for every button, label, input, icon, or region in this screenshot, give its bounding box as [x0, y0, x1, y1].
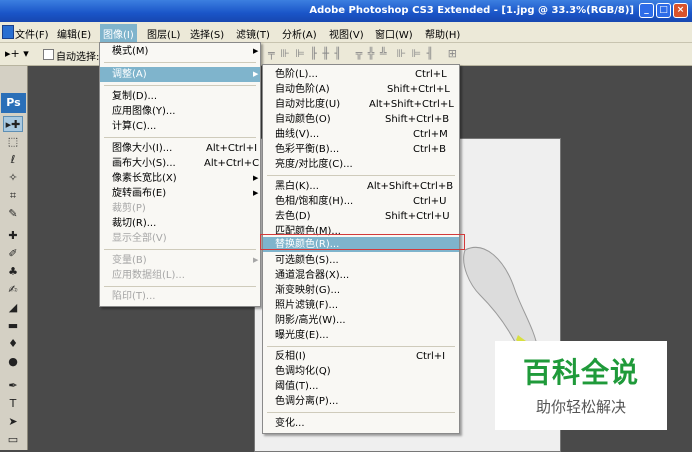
menu-layer[interactable]: 图层(L) [147, 26, 180, 41]
eraser-tool-icon[interactable]: ◢ [3, 300, 23, 316]
menu-item-posterize[interactable]: 色调分离(P)... [263, 394, 459, 409]
menu-item-apply-image[interactable]: 应用图像(Y)... [100, 104, 260, 119]
menu-help[interactable]: 帮助(H) [425, 26, 460, 41]
menu-item-selective-color[interactable]: 可选颜色(S)... [263, 253, 459, 268]
toolbox: Ps ▸✚ ⬚ ℓ ✧ ⌗ ✎ ✚ ✐ ♣ ✍ ◢ ▬ ♦ ● ✒ T ➤ ▭ [0, 66, 28, 450]
menu-item-image-size[interactable]: 图像大小(I)... Alt+Ctrl+I [100, 141, 260, 156]
submenu-arrow-icon: ▶ [253, 189, 259, 197]
align-buttons-icon[interactable]: ╤ ⊪ ⊫ ╟ ╫ ╢ ╦ ╬ ╩ ⊪ ⊫ ╢ ⊞ [268, 47, 458, 60]
menu-item-auto-levels[interactable]: 自动色阶(A) Shift+Ctrl+L [263, 82, 459, 97]
brush-tool-icon[interactable]: ✐ [3, 246, 23, 262]
path-selection-tool-icon[interactable]: ➤ [3, 414, 23, 430]
menu-item-invert[interactable]: 反相(I) Ctrl+I [263, 349, 459, 364]
shape-tool-icon[interactable]: ▭ [3, 432, 23, 448]
watermark-subtitle: 助你轻松解决 [535, 398, 626, 416]
auto-select-checkbox[interactable] [43, 49, 54, 60]
minimize-icon[interactable]: _ [639, 3, 654, 18]
menu-item-black-white[interactable]: 黑白(K)... Alt+Shift+Ctrl+B [263, 179, 459, 194]
menu-item-equalize[interactable]: 色调均化(Q) [263, 364, 459, 379]
menu-item-canvas-size[interactable]: 画布大小(S)... Alt+Ctrl+C [100, 156, 260, 171]
history-brush-tool-icon[interactable]: ✍ [3, 282, 23, 298]
image-menu: 模式(M) ▶ 调整(A) ▶ 复制(D)... 应用图像(Y)... 计算(C).… [99, 42, 261, 307]
menu-item-crop: 裁剪(P) [112, 203, 146, 214]
menu-item-brightness-contrast[interactable]: 亮度/对比度(C)... [263, 157, 459, 172]
menu-item-auto-contrast[interactable]: 自动对比度(U) Alt+Shift+Ctrl+L [263, 97, 459, 112]
auto-select-label: 自动选择: [56, 52, 100, 63]
menu-item-curves[interactable]: 曲线(V)... Ctrl+M [263, 127, 459, 142]
menu-item-threshold[interactable]: 阈值(T)... [263, 379, 459, 394]
photoshop-logo: Ps [1, 93, 26, 113]
submenu-arrow-icon: ▶ [253, 70, 259, 78]
submenu-arrow-icon: ▶ [253, 174, 259, 182]
menu-item-rotate-canvas[interactable]: 旋转画布(E) ▶ [100, 186, 260, 201]
menu-edit[interactable]: 编辑(E) [57, 26, 91, 41]
marquee-tool-icon[interactable]: ⬚ [3, 134, 23, 150]
menu-item-pixel-aspect[interactable]: 像素长宽比(X) ▶ [100, 171, 260, 186]
menu-item-trim[interactable]: 裁切(R)... [100, 216, 260, 231]
menu-analysis[interactable]: 分析(A) [282, 26, 317, 41]
title-bar: Adobe Photoshop CS3 Extended - [1.jpg @ … [0, 0, 692, 22]
watermark-title: 百科全说 [522, 356, 639, 389]
document-icon [2, 25, 14, 39]
menu-file[interactable]: 文件(F) [15, 26, 49, 41]
menu-item-gradient-map[interactable]: 渐变映射(G)... [263, 283, 459, 298]
close-icon[interactable]: × [673, 3, 688, 18]
menu-item-photo-filter[interactable]: 照片滤镜(F)... [263, 298, 459, 313]
clone-stamp-tool-icon[interactable]: ♣ [3, 264, 23, 280]
menu-item-color-balance[interactable]: 色彩平衡(B)... Ctrl+B [263, 142, 459, 157]
slice-tool-icon[interactable]: ✎ [3, 206, 23, 222]
menu-item-desaturate[interactable]: 去色(D) Shift+Ctrl+U [263, 209, 459, 224]
move-tool-icon[interactable]: ▸+ ▾ [5, 47, 29, 60]
menu-item-shadows-highlights[interactable]: 阴影/高光(W)... [263, 313, 459, 328]
crop-tool-icon[interactable]: ⌗ [3, 188, 23, 204]
menu-select[interactable]: 选择(S) [190, 26, 224, 41]
menu-item-reveal-all: 显示全部(V) [112, 233, 167, 244]
menu-item-duplicate[interactable]: 复制(D)... [100, 89, 260, 104]
move-tool-icon[interactable]: ▸✚ [3, 116, 23, 132]
menu-window[interactable]: 窗口(W) [375, 26, 413, 41]
pen-tool-icon[interactable]: ✒ [3, 378, 23, 394]
menu-item-channel-mixer[interactable]: 通道混合器(X)... [263, 268, 459, 283]
menu-item-adjust[interactable]: 调整(A) ▶ [100, 67, 260, 82]
menu-item-variables: 变量(B) ▶ [112, 255, 259, 266]
menu-item-hue-saturation[interactable]: 色相/饱和度(H)... Ctrl+U [263, 194, 459, 209]
menu-item-variations[interactable]: 变化... [263, 416, 459, 431]
type-tool-icon[interactable]: T [3, 396, 23, 412]
highlight-box [260, 234, 465, 250]
lasso-tool-icon[interactable]: ℓ [3, 152, 23, 168]
submenu-arrow-icon: ▶ [253, 47, 259, 55]
menu-item-levels[interactable]: 色阶(L)... Ctrl+L [263, 67, 459, 82]
submenu-arrow-icon: ▶ [253, 256, 259, 264]
watermark: 百科全说 助你轻松解决 [495, 341, 667, 430]
menu-image[interactable]: 图像(I) [100, 24, 137, 43]
menu-item-mode[interactable]: 模式(M) ▶ [100, 44, 260, 59]
gradient-tool-icon[interactable]: ▬ [3, 318, 23, 334]
menu-item-apply-data-set: 应用数据组(L)... [112, 270, 185, 281]
menu-view[interactable]: 视图(V) [329, 26, 364, 41]
menu-item-trap: 陷印(T)... [112, 291, 156, 302]
blur-tool-icon[interactable]: ♦ [3, 336, 23, 352]
window-title: Adobe Photoshop CS3 Extended - [1.jpg @ … [309, 5, 634, 16]
maximize-icon[interactable]: □ [656, 3, 671, 18]
menu-bar: 文件(F) 编辑(E) 图像(I) 图层(L) 选择(S) 滤镜(T) 分析(A… [0, 22, 692, 43]
menu-item-exposure[interactable]: 曝光度(E)... [263, 328, 459, 343]
menu-filter[interactable]: 滤镜(T) [236, 26, 270, 41]
menu-item-calculations[interactable]: 计算(C)... [100, 119, 260, 134]
healing-brush-tool-icon[interactable]: ✚ [3, 228, 23, 244]
menu-item-auto-color[interactable]: 自动颜色(O) Shift+Ctrl+B [263, 112, 459, 127]
dodge-tool-icon[interactable]: ● [3, 354, 23, 370]
magic-wand-tool-icon[interactable]: ✧ [3, 170, 23, 186]
